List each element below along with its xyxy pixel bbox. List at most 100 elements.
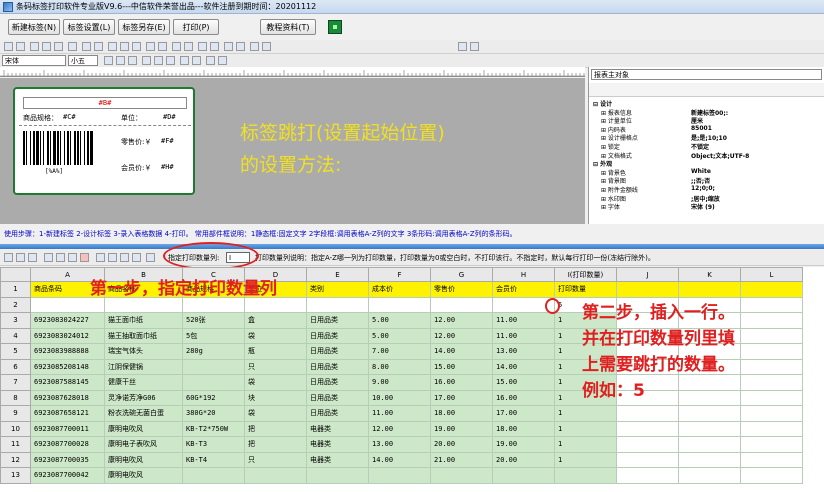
table-cell[interactable]: 8.00 — [368, 358, 431, 375]
table-cell[interactable] — [740, 296, 803, 313]
table-cell[interactable]: KB-T4 — [182, 451, 245, 468]
property-row[interactable]: ⊞ 锁定 不锁定 — [591, 142, 823, 151]
property-row[interactable]: ⊞ 文档格式 Object;文本;UTF-8 — [591, 151, 823, 160]
table-cell[interactable]: 把 — [244, 436, 307, 453]
paste-icon[interactable] — [54, 42, 63, 51]
table-cell[interactable]: 6923087628018 — [30, 389, 105, 406]
freeze-icon[interactable] — [132, 253, 141, 262]
table-cell[interactable] — [740, 467, 803, 484]
column-letter[interactable]: F — [368, 267, 431, 282]
table-cell[interactable]: 13.00 — [368, 436, 431, 453]
field-header-cell[interactable]: 零售价 — [430, 281, 493, 298]
table-cell[interactable]: 21.00 — [430, 451, 493, 468]
table-cell[interactable] — [678, 405, 741, 422]
table-cell[interactable]: 6923083988888 — [30, 343, 105, 360]
table-cell[interactable]: 11.00 — [492, 327, 555, 344]
table-cell[interactable]: 5包 — [182, 327, 245, 344]
field-header-cell[interactable] — [616, 281, 679, 298]
table-cell[interactable]: 康明电吹风 — [104, 467, 183, 484]
table-cell[interactable] — [678, 451, 741, 468]
table-cell[interactable]: 灵净诺芳净G06 — [104, 389, 183, 406]
table-cell[interactable]: 袋 — [244, 405, 307, 422]
table-cell[interactable] — [740, 312, 803, 329]
table-cell[interactable]: 14.00 — [368, 451, 431, 468]
property-value[interactable]: 厘米 — [691, 116, 703, 125]
table-cell[interactable] — [430, 467, 493, 484]
label-member-caption[interactable]: 会员价:￥ — [121, 163, 151, 173]
grid-open-icon[interactable] — [16, 253, 25, 262]
table-cell[interactable]: 520张 — [182, 312, 245, 329]
size-height-icon[interactable] — [236, 42, 245, 51]
property-value[interactable]: 宋体 (9) — [691, 202, 715, 211]
table-cell[interactable] — [182, 374, 245, 391]
grid-paste-icon[interactable] — [68, 253, 77, 262]
table-cell[interactable] — [740, 420, 803, 437]
table-cell[interactable]: 20.00 — [492, 451, 555, 468]
column-letter[interactable]: G — [430, 267, 493, 282]
label-unit-value[interactable]: #D# — [163, 113, 176, 121]
field-header-cell[interactable]: 类别 — [306, 281, 369, 298]
table-cell[interactable]: 1 — [554, 451, 617, 468]
field-header-cell[interactable] — [740, 281, 803, 298]
property-row[interactable]: ⊞ 设计栅格点 是;是;10;10 — [591, 133, 823, 142]
table-cell[interactable] — [182, 467, 245, 484]
label-member-value[interactable]: #H# — [161, 163, 174, 171]
align-center-icon[interactable] — [120, 42, 129, 51]
size-width-icon[interactable] — [224, 42, 233, 51]
table-cell[interactable] — [182, 296, 245, 313]
zoom-in-icon[interactable] — [458, 42, 467, 51]
grid-add-icon[interactable] — [4, 253, 13, 262]
text-left-icon[interactable] — [142, 56, 151, 65]
property-value[interactable]: White — [691, 168, 711, 176]
new-label-button[interactable]: 新建标签(N) — [8, 19, 60, 35]
align-left-icon[interactable] — [108, 42, 117, 51]
property-row[interactable]: ⊟ 外观 — [591, 159, 823, 168]
table-cell[interactable]: 6923087700028 — [30, 436, 105, 453]
table-cell[interactable] — [616, 436, 679, 453]
table-cell[interactable]: 日用品类 — [306, 358, 369, 375]
table-cell[interactable]: 11.00 — [492, 312, 555, 329]
table-cell[interactable]: 7.00 — [368, 343, 431, 360]
group-icon[interactable] — [198, 42, 207, 51]
label-settings-button[interactable]: 标签设置(L) — [63, 19, 115, 35]
table-cell[interactable]: 康明电吹风 — [104, 451, 183, 468]
table-cell[interactable]: 14.00 — [492, 358, 555, 375]
print-button[interactable]: 打印(P) — [173, 19, 219, 35]
table-cell[interactable]: 13.00 — [492, 343, 555, 360]
table-cell[interactable]: 14.00 — [430, 343, 493, 360]
column-letter[interactable]: E — [306, 267, 369, 282]
row-number[interactable]: 13 — [0, 467, 31, 484]
table-cell[interactable]: 瓶 — [244, 343, 307, 360]
label-name-value[interactable]: #C# — [63, 113, 76, 121]
field-header-cell[interactable]: 打印数量 — [554, 281, 617, 298]
table-cell[interactable]: 12.00 — [430, 312, 493, 329]
column-letter[interactable]: K — [678, 267, 741, 282]
table-cell[interactable]: 5.00 — [368, 312, 431, 329]
font-color-icon[interactable] — [180, 56, 189, 65]
table-cell[interactable]: 江阴保健锅 — [104, 358, 183, 375]
table-cell[interactable]: 12.00 — [430, 327, 493, 344]
property-row[interactable]: ⊞ 计量单位 厘米 — [591, 116, 823, 125]
table-cell[interactable] — [30, 296, 105, 313]
table-cell[interactable] — [678, 436, 741, 453]
table-cell[interactable]: 380G*20 — [182, 405, 245, 422]
table-cell[interactable]: 280g — [182, 343, 245, 360]
table-cell[interactable]: 电器类 — [306, 436, 369, 453]
label-preview[interactable]: #B# 商品规格： #C# 单位： #D# [%A%] 零售价:￥ #F# 会员… — [13, 87, 195, 195]
table-cell[interactable]: 电器类 — [306, 420, 369, 437]
table-cell[interactable] — [740, 327, 803, 344]
row-number[interactable]: 11 — [0, 436, 31, 453]
table-cell[interactable]: 9.00 — [368, 374, 431, 391]
table-cell[interactable]: 6923087588145 — [30, 374, 105, 391]
table-cell[interactable]: 1 — [554, 420, 617, 437]
property-value[interactable]: 新建标签00;: — [691, 108, 728, 117]
table-cell[interactable]: 19.00 — [492, 436, 555, 453]
barcode-graphic[interactable] — [23, 131, 95, 165]
table-cell[interactable] — [616, 467, 679, 484]
table-cell[interactable] — [244, 467, 307, 484]
line-style-icon[interactable] — [218, 56, 227, 65]
table-cell[interactable]: 5.00 — [368, 327, 431, 344]
table-cell[interactable]: 日用品类 — [306, 312, 369, 329]
border-icon[interactable] — [206, 56, 215, 65]
row-number[interactable]: 5 — [0, 343, 31, 360]
